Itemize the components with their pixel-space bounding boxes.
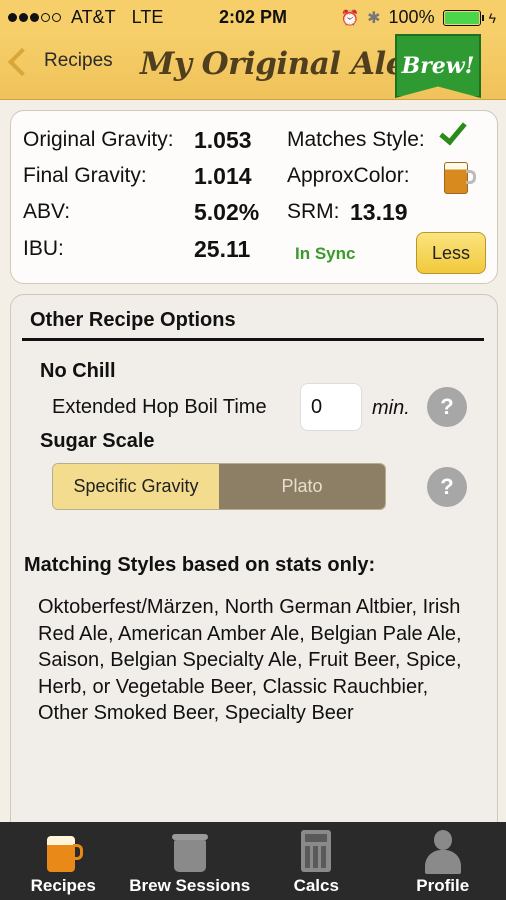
sugar-scale-heading: Sugar Scale	[40, 430, 155, 452]
back-button[interactable]: Recipes	[7, 47, 113, 77]
beer-color-icon	[444, 156, 476, 194]
approx-color-label: ApproxColor:	[287, 164, 410, 187]
help-icon[interactable]: ?	[427, 387, 467, 427]
person-icon	[424, 830, 461, 874]
tab-label: Recipes	[30, 876, 96, 895]
ibu-label: IBU:	[23, 237, 64, 260]
tab-recipes[interactable]: Recipes	[0, 822, 127, 900]
original-gravity-value: 1.053	[194, 127, 252, 153]
tab-calcs[interactable]: Calcs	[253, 822, 380, 900]
original-gravity-label: Original Gravity:	[23, 128, 174, 151]
page-title: My Original Ale	[140, 46, 405, 82]
tab-brew-sessions[interactable]: Brew Sessions	[127, 822, 254, 900]
brew-button[interactable]: Brew!	[395, 34, 481, 98]
hop-boil-time-input[interactable]: 0	[300, 383, 362, 431]
back-button-label: Recipes	[44, 50, 113, 71]
status-right: ⏰ ✱ 100% ϟ	[340, 7, 496, 28]
tab-profile[interactable]: Profile	[380, 822, 506, 900]
beer-mug-icon	[43, 830, 84, 874]
matching-styles-title: Matching Styles based on stats only:	[24, 554, 376, 576]
sync-status: In Sync	[295, 244, 356, 263]
brew-pot-icon	[171, 830, 208, 874]
section-title: Other Recipe Options	[30, 309, 236, 331]
navigation-bar: Recipes My Original Ale Brew!	[0, 34, 506, 100]
battery-icon	[442, 9, 484, 26]
less-button[interactable]: Less	[416, 232, 486, 274]
tab-bar: Recipes Brew Sessions Calcs Profile	[0, 822, 506, 900]
ibu-value: 25.11	[194, 236, 251, 262]
srm-label: SRM:	[287, 200, 340, 223]
help-icon[interactable]: ?	[427, 467, 467, 507]
segment-specific-gravity[interactable]: Specific Gravity	[53, 464, 219, 509]
battery-percent: 100%	[388, 7, 435, 27]
final-gravity-label: Final Gravity:	[23, 164, 147, 187]
section-divider	[22, 338, 484, 341]
tab-label: Calcs	[293, 876, 339, 895]
bluetooth-icon: ✱	[367, 9, 381, 27]
sugar-scale-segmented-control: Specific Gravity Plato	[52, 463, 386, 510]
tab-label: Brew Sessions	[129, 876, 251, 895]
alarm-icon: ⏰	[340, 9, 360, 27]
status-bar: AT&T LTE 2:02 PM ⏰ ✱ 100% ϟ	[0, 0, 506, 34]
chevron-left-icon	[7, 47, 37, 77]
tab-label: Profile	[416, 876, 470, 895]
charging-icon: ϟ	[488, 9, 496, 26]
final-gravity-value: 1.014	[194, 163, 252, 189]
segment-plato[interactable]: Plato	[219, 464, 385, 509]
abv-label: ABV:	[23, 200, 71, 223]
abv-value: 5.02%	[194, 199, 260, 225]
hop-boil-time-label: Extended Hop Boil Time	[52, 396, 267, 418]
matches-style-label: Matches Style:	[287, 128, 425, 151]
srm-value: 13.19	[350, 199, 408, 225]
no-chill-heading: No Chill	[40, 360, 116, 382]
matching-styles-list: Oktoberfest/Märzen, North German Altbier…	[38, 596, 462, 724]
calculator-icon	[301, 830, 332, 872]
hop-boil-unit: min.	[372, 397, 410, 419]
